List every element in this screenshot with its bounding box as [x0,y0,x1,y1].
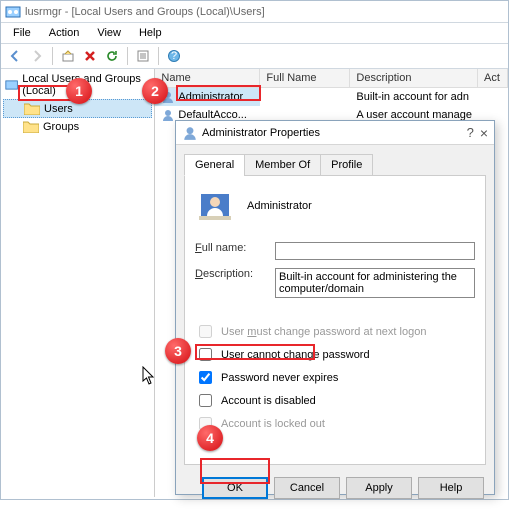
menu-action[interactable]: Action [41,25,88,41]
cancel-button[interactable]: Cancel [274,477,340,499]
tree-root-icon [5,77,18,93]
dialog-icon [182,125,198,141]
chk-must-change: User must change password at next logon [195,322,475,341]
badge-1: 1 [66,78,92,104]
ok-button[interactable]: OK [202,477,268,499]
row1-full [260,113,350,117]
chk-locked-label: Account is locked out [221,418,325,430]
chk-cannot-change-label: User cannot change password [221,349,370,361]
chk-disabled[interactable]: Account is disabled [195,391,475,410]
tab-general[interactable]: General [184,154,245,176]
cursor-icon [142,366,156,386]
titlebar: lusrmgr - [Local Users and Groups (Local… [1,1,508,23]
description-label: Description: [195,268,275,280]
chk-disabled-box[interactable] [199,394,212,407]
svg-text:?: ? [171,50,177,62]
tree-users-label: Users [44,103,73,115]
tab-page-general: Administrator FFull name:ull name: Descr… [184,175,486,465]
tree-pane: Local Users and Groups (Local) Users Gro… [1,69,155,497]
col-description[interactable]: Description [350,69,478,87]
window-title: lusrmgr - [Local Users and Groups (Local… [25,6,265,18]
properties-button[interactable] [133,46,153,66]
user-icon [161,108,175,122]
row0-desc: Built-in account for adn [350,89,478,105]
chk-never-expires[interactable]: Password never expires [195,368,475,387]
tab-memberof[interactable]: Member Of [244,154,321,176]
col-actions[interactable]: Act [478,69,508,87]
properties-dialog: Administrator Properties ? × General Mem… [175,120,495,495]
refresh-button[interactable] [102,46,122,66]
context-help-button[interactable]: ? [467,125,474,140]
list-header: Name Full Name Description Act [155,69,508,88]
col-name[interactable]: Name [155,69,260,87]
up-button[interactable] [58,46,78,66]
tabs: General Member Of Profile [184,153,486,175]
row0-name: Administrator [178,91,243,103]
folder-icon [24,102,40,115]
col-fullname[interactable]: Full Name [260,69,350,87]
toolbar: ? [1,44,508,69]
menu-help[interactable]: Help [131,25,170,41]
badge-2: 2 [142,78,168,104]
chk-never-expires-label: Password never expires [221,372,338,384]
description-input[interactable] [275,268,475,298]
chk-disabled-label: Account is disabled [221,395,316,407]
menu-file[interactable]: File [5,25,39,41]
row0-full [260,95,350,99]
dialog-buttons: OK Cancel Apply Help [176,473,494,509]
chk-cannot-change[interactable]: User cannot change password [195,345,475,364]
dialog-title: Administrator Properties [202,127,467,139]
app-icon [5,4,21,20]
fullname-label: FFull name:ull name: [195,242,275,254]
chk-locked: Account is locked out [195,414,475,433]
menubar: File Action View Help [1,23,508,44]
menu-view[interactable]: View [89,25,129,41]
chk-must-change-label: User must change password at next logon [221,326,426,338]
fullname-input[interactable] [275,242,475,260]
account-name: Administrator [247,200,312,212]
tree-item-groups[interactable]: Groups [3,118,152,135]
delete-button[interactable] [80,46,100,66]
help-button[interactable]: Help [418,477,484,499]
chk-never-expires-box[interactable] [199,371,212,384]
badge-3: 3 [165,338,191,364]
list-row-administrator[interactable]: Administrator Built-in account for adn [155,88,508,106]
tab-profile[interactable]: Profile [320,154,373,176]
account-icon [195,186,235,226]
close-button[interactable]: × [480,125,488,141]
forward-button[interactable] [27,46,47,66]
dialog-titlebar: Administrator Properties ? × [176,121,494,145]
folder-icon [23,120,39,133]
tree-groups-label: Groups [43,121,79,133]
chk-cannot-change-box[interactable] [199,348,212,361]
help-button[interactable]: ? [164,46,184,66]
back-button[interactable] [5,46,25,66]
apply-button[interactable]: Apply [346,477,412,499]
badge-4: 4 [197,425,223,451]
chk-must-change-box [199,325,212,338]
